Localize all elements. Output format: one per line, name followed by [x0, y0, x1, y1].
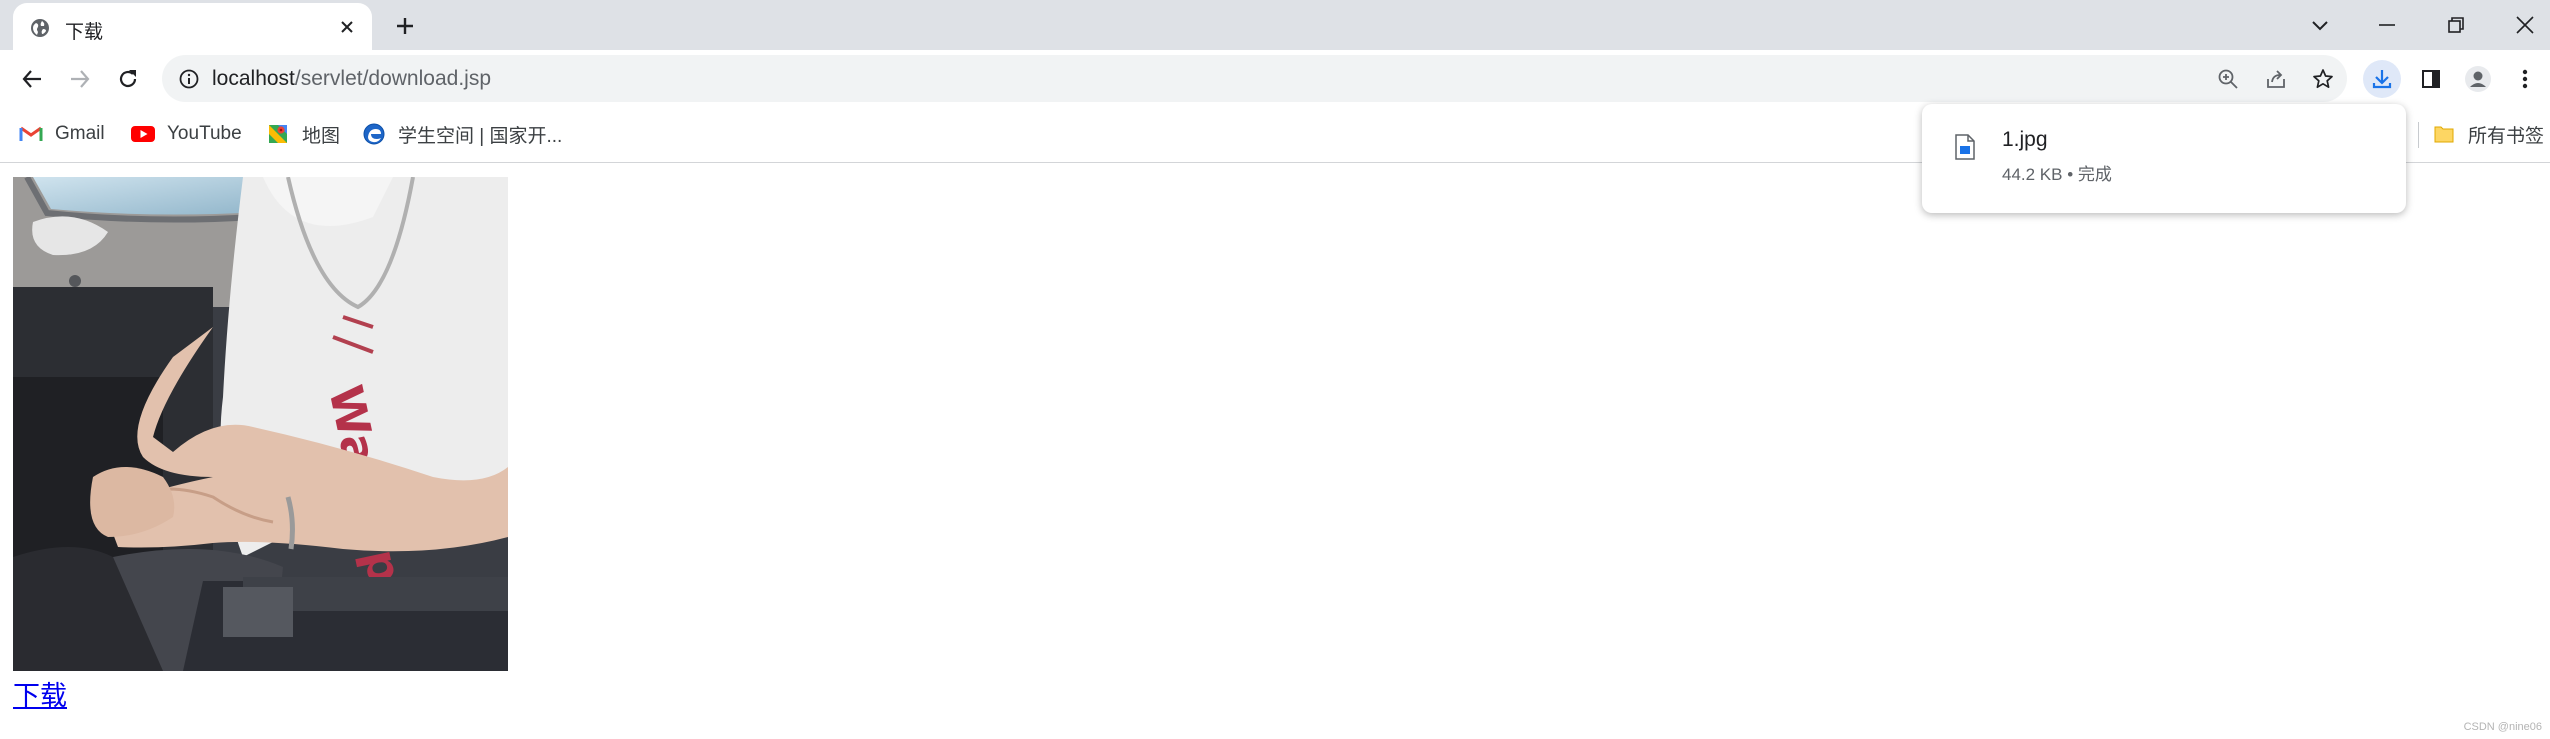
bookmark-label: 学生空间 | 国家开...: [398, 125, 563, 147]
page-content: Wassup 下载 CSDN @nine06: [0, 164, 2550, 739]
menu-button[interactable]: [2506, 60, 2544, 98]
gmail-icon: [19, 122, 43, 146]
bookmark-label: Gmail: [55, 123, 105, 144]
bookmark-star-button[interactable]: [2309, 65, 2337, 93]
bookmark-gmail[interactable]: Gmail: [19, 121, 105, 147]
url-host: localhost: [212, 67, 295, 90]
minimize-icon: [2379, 24, 2395, 26]
url-text[interactable]: localhost/servlet/download.jsp: [212, 67, 491, 91]
reload-icon: [119, 70, 137, 88]
minimize-button[interactable]: [2369, 7, 2405, 43]
download-status: 44.2 KB • 完成: [2002, 165, 2112, 184]
share-button[interactable]: [2262, 65, 2290, 93]
more-vertical-icon: [2522, 69, 2528, 89]
folder-icon: [2432, 122, 2456, 146]
arrow-left-icon: [22, 70, 41, 88]
tab-close-button[interactable]: [334, 14, 360, 40]
tab-search-button[interactable]: [2302, 7, 2338, 43]
globe-icon: [31, 19, 49, 37]
toolbar: localhost/servlet/download.jsp: [0, 50, 2550, 108]
browser-window: 下载 localhost/servlet/download.jsp Gmail …: [0, 0, 2550, 739]
zoom-in-icon: [2218, 69, 2238, 89]
reload-button[interactable]: [112, 63, 144, 95]
arrow-right-icon: [71, 70, 90, 88]
watermark: CSDN @nine06: [2463, 721, 2542, 733]
edge-icon: [362, 122, 386, 146]
youtube-icon: [131, 122, 155, 146]
download-bubble: 1.jpg 44.2 KB • 完成: [1922, 104, 2406, 213]
avatar-icon: [2465, 66, 2491, 92]
new-tab-button[interactable]: [390, 11, 420, 41]
download-icon: [2372, 70, 2392, 89]
download-file-name[interactable]: 1.jpg: [2002, 128, 2048, 152]
share-icon: [2267, 70, 2285, 88]
restore-button[interactable]: [2438, 7, 2474, 43]
info-icon[interactable]: [178, 68, 200, 90]
bookmark-youtube[interactable]: YouTube: [131, 121, 242, 147]
url-path: /servlet/download.jsp: [294, 67, 491, 90]
bookmark-label: 地图: [302, 125, 341, 147]
bookmark-maps[interactable]: 地图: [266, 121, 340, 147]
bookmark-student-space[interactable]: 学生空间 | 国家开...: [362, 121, 562, 147]
bookmarks-divider: [2418, 122, 2419, 148]
address-bar[interactable]: localhost/servlet/download.jsp: [162, 55, 2347, 102]
restore-icon: [2448, 17, 2464, 33]
bookmark-label: YouTube: [167, 123, 242, 144]
downloads-button[interactable]: [2363, 60, 2401, 98]
chevron-down-icon: [2312, 21, 2328, 31]
tab-strip: 下载: [0, 0, 2550, 50]
forward-button[interactable]: [64, 63, 96, 95]
back-button[interactable]: [16, 63, 48, 95]
plus-icon: [397, 18, 413, 34]
download-preview-image: Wassup: [13, 177, 508, 671]
download-link[interactable]: 下载: [13, 674, 67, 713]
star-icon: [2313, 69, 2333, 89]
tab-download[interactable]: 下载: [13, 3, 372, 50]
all-bookmarks-folder[interactable]: 所有书签: [2432, 121, 2544, 147]
profile-button[interactable]: [2459, 60, 2497, 98]
close-window-button[interactable]: [2507, 7, 2543, 43]
bookmark-label: 所有书签: [2468, 125, 2545, 147]
maps-icon: [266, 122, 290, 146]
image-file-icon: [1955, 134, 1975, 160]
zoom-button[interactable]: [2214, 65, 2242, 93]
tab-title: 下载: [65, 22, 104, 43]
side-panel-icon: [2422, 70, 2440, 88]
side-panel-button[interactable]: [2412, 60, 2450, 98]
close-icon: [2516, 16, 2534, 34]
close-icon: [341, 21, 353, 33]
